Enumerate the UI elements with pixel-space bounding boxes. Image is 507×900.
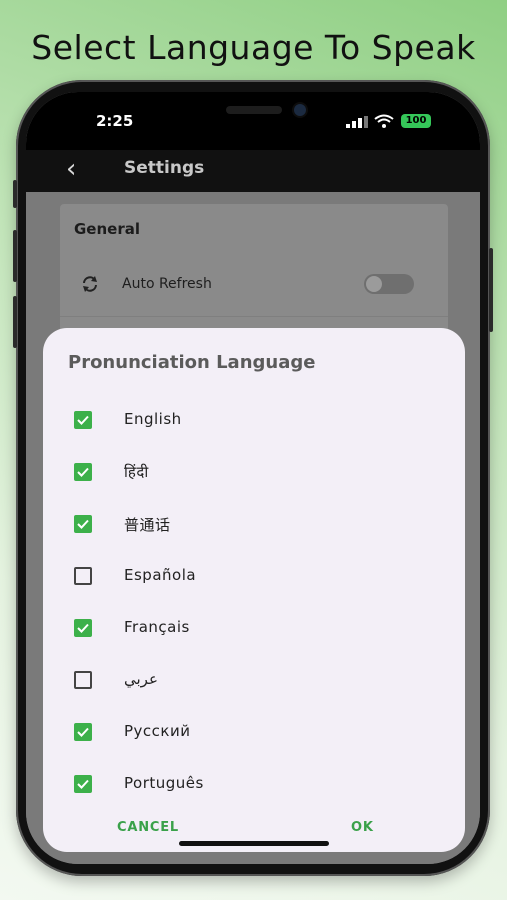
pronunciation-language-dialog: Pronunciation Language English हिंदी 普通话…	[43, 328, 465, 852]
phone-side-button	[489, 248, 493, 332]
language-option[interactable]: हिंदी	[43, 452, 465, 492]
auto-refresh-label: Auto Refresh	[122, 276, 212, 292]
dialog-title: Pronunciation Language	[68, 352, 316, 373]
language-label: Português	[124, 774, 204, 792]
speaker-notch	[226, 106, 282, 114]
section-title: General	[74, 220, 140, 238]
language-option[interactable]: Русский	[43, 712, 465, 752]
language-option[interactable]: Français	[43, 608, 465, 648]
language-option[interactable]: عربي	[43, 660, 465, 700]
battery-level: 100	[405, 115, 427, 126]
checkbox-checked-icon[interactable]	[74, 515, 92, 533]
checkbox-checked-icon[interactable]	[74, 463, 92, 481]
checkbox-unchecked-icon[interactable]	[74, 671, 92, 689]
promo-headline: Select Language To Speak	[31, 28, 476, 67]
language-label: Española	[124, 566, 197, 584]
checkbox-checked-icon[interactable]	[74, 619, 92, 637]
language-option[interactable]: English	[43, 400, 465, 440]
checkbox-checked-icon[interactable]	[74, 775, 92, 793]
language-option[interactable]: Português	[43, 764, 465, 804]
auto-refresh-toggle[interactable]	[364, 274, 414, 294]
checkbox-checked-icon[interactable]	[74, 411, 92, 429]
language-label: हिंदी	[124, 463, 149, 481]
language-label: English	[124, 410, 182, 428]
refresh-icon	[83, 276, 97, 292]
language-label: 普通话	[124, 516, 171, 534]
ok-button[interactable]: OK	[351, 820, 374, 835]
language-option[interactable]: 普通话	[43, 504, 465, 544]
camera-icon	[294, 104, 306, 116]
checkbox-unchecked-icon[interactable]	[74, 567, 92, 585]
phone-side-button	[13, 296, 17, 348]
chevron-left-icon[interactable]: ‹	[66, 156, 76, 182]
language-option[interactable]: Española	[43, 556, 465, 596]
home-indicator	[179, 841, 329, 846]
page-title: Settings	[124, 158, 205, 178]
status-time: 2:25	[96, 112, 134, 130]
language-label: عربي	[124, 670, 158, 688]
divider	[60, 316, 448, 317]
wifi-icon	[374, 114, 394, 128]
signal-icon	[346, 116, 368, 128]
checkbox-checked-icon[interactable]	[74, 723, 92, 741]
language-label: Français	[124, 618, 190, 636]
phone-screen: 2:25 100 ‹ Settings General Auto Refresh…	[26, 92, 480, 864]
phone-side-button	[13, 180, 17, 208]
toggle-knob	[366, 276, 382, 292]
language-label: Русский	[124, 722, 191, 740]
phone-side-button	[13, 230, 17, 282]
cancel-button[interactable]: CANCEL	[117, 820, 179, 835]
status-bar: 2:25 100	[26, 92, 480, 150]
nav-bar: ‹ Settings	[26, 150, 480, 192]
battery-icon: 100	[401, 114, 431, 128]
